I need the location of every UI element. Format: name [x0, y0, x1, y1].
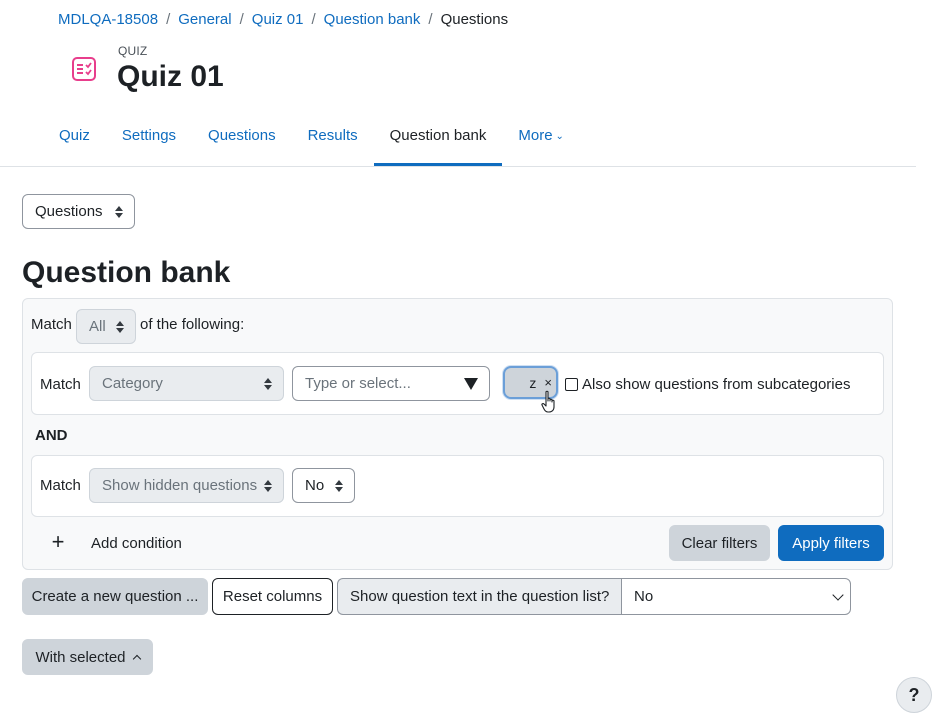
reset-columns-button[interactable]: Reset columns [212, 578, 333, 615]
select-value: All [89, 318, 106, 335]
show-question-text-label: Show question text in the question list? [337, 578, 621, 615]
updown-arrows-icon [335, 479, 343, 492]
dropdown-triangle-icon[interactable] [464, 378, 478, 390]
breadcrumb-current: Questions [440, 11, 509, 28]
tab-label: Settings [121, 127, 177, 144]
category-autocomplete-input[interactable]: Type or select... [292, 366, 490, 401]
tab-questions[interactable]: Questions [192, 116, 292, 166]
question-bank-nav-select[interactable]: Questions [22, 194, 135, 229]
condition-match-label: Match [40, 477, 81, 494]
pill-label: z [529, 374, 537, 391]
select-value: Show hidden questions [102, 477, 258, 494]
clear-filters-button[interactable]: Clear filters [669, 525, 770, 561]
show-question-text-control: Show question text in the question list?… [337, 578, 851, 615]
help-button[interactable]: ? [896, 677, 932, 713]
section-title: Question bank [22, 256, 231, 289]
breadcrumb-course[interactable]: MDLQA-18508 [58, 11, 158, 28]
tab-label: Questions [208, 127, 276, 144]
remove-icon[interactable]: × [544, 375, 552, 390]
subcategories-checkbox[interactable] [565, 378, 578, 391]
tab-question-bank[interactable]: Question bank [373, 116, 503, 166]
breadcrumb-separator: / [311, 11, 316, 28]
activity-type-label: QUIZ [118, 44, 148, 58]
tab-label: Question bank [389, 127, 487, 144]
breadcrumb-section[interactable]: General [178, 11, 231, 28]
updown-arrows-icon [115, 205, 123, 218]
tab-results[interactable]: Results [292, 116, 374, 166]
breadcrumb-question-bank[interactable]: Question bank [324, 11, 421, 28]
chevron-down-icon [832, 589, 844, 601]
updown-arrows-icon [116, 320, 124, 333]
updown-arrows-icon [264, 479, 272, 492]
tab-label: More [518, 127, 553, 144]
plus-icon[interactable]: + [50, 531, 66, 553]
select-value: Category [102, 375, 163, 392]
chevron-up-icon [132, 654, 141, 664]
select-value: Questions [35, 203, 103, 220]
updown-arrows-icon [264, 377, 272, 390]
condition-field-select[interactable]: Show hidden questions [89, 468, 284, 503]
page-title: Quiz 01 [117, 60, 224, 93]
match-all-select[interactable]: All [76, 309, 136, 344]
tab-label: Quiz [59, 127, 90, 144]
select-value: No [634, 588, 654, 605]
quiz-icon [72, 57, 96, 81]
with-selected-button[interactable]: With selected [22, 639, 153, 675]
tab-quiz[interactable]: Quiz [43, 116, 106, 166]
breadcrumb-separator: / [239, 11, 244, 28]
condition-field-select[interactable]: Category [89, 366, 284, 401]
create-new-question-button[interactable]: Create a new question ... [22, 578, 208, 615]
subcategories-checkbox-label[interactable]: Also show questions from subcategories [582, 376, 850, 393]
tabs-divider [0, 166, 916, 167]
hidden-questions-value-select[interactable]: No [292, 468, 355, 503]
tab-settings[interactable]: Settings [106, 116, 192, 166]
of-the-following-label: of the following: [140, 316, 245, 333]
with-selected-label: With selected [35, 648, 126, 666]
condition-match-label: Match [40, 376, 81, 393]
autocomplete-placeholder: Type or select... [305, 375, 411, 392]
tab-label: Results [307, 127, 358, 144]
breadcrumb-quiz[interactable]: Quiz 01 [252, 11, 304, 28]
secondary-navigation: Quiz Settings Questions Results Question… [43, 116, 580, 166]
and-join-label: AND [35, 427, 68, 444]
tab-more[interactable]: More ⌄ [502, 116, 580, 166]
match-label: Match [31, 316, 72, 333]
chevron-down-icon: ⌄ [555, 131, 564, 142]
breadcrumb-separator: / [428, 11, 433, 28]
hand-cursor-icon [541, 390, 555, 413]
add-condition-button[interactable]: Add condition [91, 535, 182, 552]
show-question-text-select[interactable]: No [621, 578, 851, 615]
breadcrumb: MDLQA-18508 / General / Quiz 01 / Questi… [58, 11, 508, 28]
breadcrumb-separator: / [166, 11, 171, 28]
select-value: No [305, 477, 325, 494]
apply-filters-button[interactable]: Apply filters [778, 525, 884, 561]
